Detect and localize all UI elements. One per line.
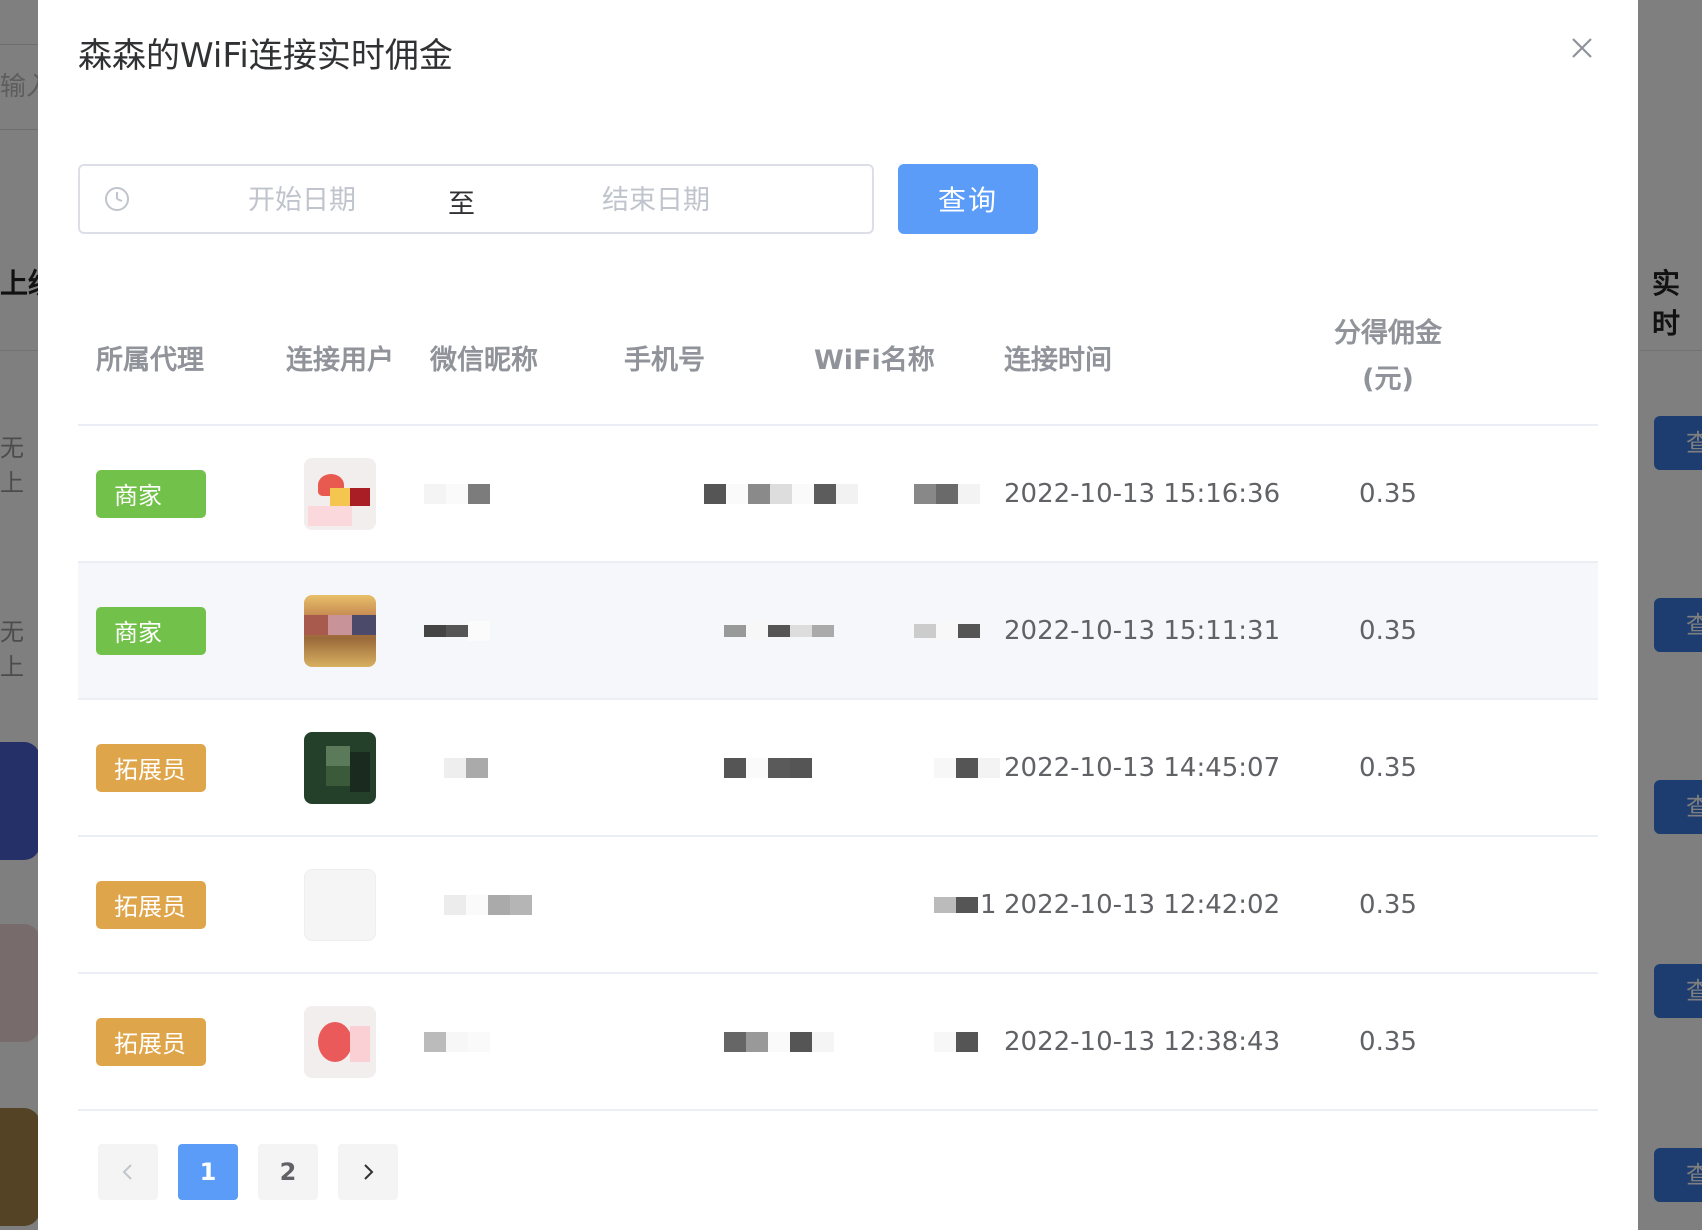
nickname-masked — [424, 1031, 490, 1052]
agent-tag: 拓展员 — [96, 743, 206, 792]
close-button[interactable] — [1566, 32, 1598, 64]
page-button-1[interactable]: 1 — [178, 1144, 238, 1200]
page-button-2[interactable]: 2 — [258, 1144, 318, 1200]
nickname-masked — [424, 483, 490, 504]
phone-masked — [724, 757, 812, 778]
wifi-masked — [934, 1031, 978, 1052]
user-avatar — [304, 731, 376, 804]
user-avatar — [304, 457, 376, 530]
prev-page-button[interactable] — [98, 1144, 158, 1200]
wifi-name-suffix: 1 — [980, 889, 997, 920]
nickname-masked — [444, 757, 488, 778]
start-date-input[interactable] — [190, 172, 414, 228]
pagination: 1 2 — [98, 1144, 398, 1200]
table-row: 拓展员 1 2022-10-13 12:42:02 0.35 — [78, 837, 1598, 974]
commission-dialog: 森森的WiFi连接实时佣金 至 查询 所属代理 连接用户 微信昵称 手机号 Wi… — [38, 0, 1638, 1230]
phone-masked — [724, 1031, 834, 1052]
commission-table: 所属代理 连接用户 微信昵称 手机号 WiFi名称 连接时间 分得佣金 (元) … — [78, 290, 1598, 1111]
connect-time: 2022-10-13 15:11:31 — [1004, 615, 1281, 646]
wifi-masked — [934, 896, 978, 913]
phone-masked — [724, 620, 834, 641]
commission-amount: 0.35 — [1359, 752, 1417, 783]
commission-amount: 0.35 — [1359, 1026, 1417, 1057]
query-button[interactable]: 查询 — [898, 164, 1038, 234]
commission-amount: 0.35 — [1359, 478, 1417, 509]
table-row: 商家 2022-10-13 15:11:31 0.35 — [78, 563, 1598, 700]
agent-tag: 拓展员 — [96, 880, 206, 929]
nickname-masked — [444, 894, 532, 915]
date-range-separator: 至 — [448, 189, 475, 220]
nickname-masked — [424, 620, 490, 641]
header-agent: 所属代理 — [96, 344, 204, 376]
wifi-masked — [914, 483, 980, 504]
table-row: 拓展员 2022-10-13 14:45:07 0.35 — [78, 700, 1598, 837]
header-user: 连接用户 — [286, 344, 394, 376]
chevron-left-icon — [122, 1164, 132, 1180]
commission-amount: 0.35 — [1359, 889, 1417, 920]
connect-time: 2022-10-13 12:38:43 — [1004, 1026, 1281, 1057]
connect-time: 2022-10-13 15:16:36 — [1004, 478, 1281, 509]
wifi-masked — [914, 620, 980, 641]
phone-masked — [704, 483, 858, 504]
clock-icon — [105, 187, 129, 211]
connect-time: 2022-10-13 14:45:07 — [1004, 752, 1281, 783]
agent-tag: 商家 — [96, 469, 206, 518]
connect-time: 2022-10-13 12:42:02 — [1004, 889, 1281, 920]
date-range-picker[interactable]: 至 — [78, 164, 874, 234]
end-date-input[interactable] — [544, 172, 768, 228]
commission-amount: 0.35 — [1359, 615, 1417, 646]
header-phone: 手机号 — [624, 344, 705, 376]
user-avatar — [304, 1005, 376, 1078]
header-commission: 分得佣金 (元) — [1308, 290, 1468, 424]
chevron-right-icon — [364, 1164, 374, 1180]
user-avatar — [304, 594, 376, 667]
user-avatar — [304, 868, 376, 941]
next-page-button[interactable] — [338, 1144, 398, 1200]
header-wifi: WiFi名称 — [814, 344, 935, 376]
header-commission-line1: 分得佣金 — [1334, 318, 1442, 349]
header-time: 连接时间 — [1004, 344, 1112, 376]
dialog-title: 森森的WiFi连接实时佣金 — [78, 36, 453, 76]
table-header: 所属代理 连接用户 微信昵称 手机号 WiFi名称 连接时间 分得佣金 (元) — [78, 290, 1598, 426]
wifi-masked — [934, 757, 1000, 778]
agent-tag: 商家 — [96, 606, 206, 655]
header-commission-line2: (元) — [1362, 364, 1414, 395]
table-row: 商家 2022-10-13 15:16:36 0.35 — [78, 426, 1598, 563]
header-nickname: 微信昵称 — [430, 344, 538, 376]
close-icon — [1572, 38, 1592, 58]
table-row: 拓展员 2022-10-13 12:38:43 0.35 — [78, 974, 1598, 1111]
agent-tag: 拓展员 — [96, 1017, 206, 1066]
